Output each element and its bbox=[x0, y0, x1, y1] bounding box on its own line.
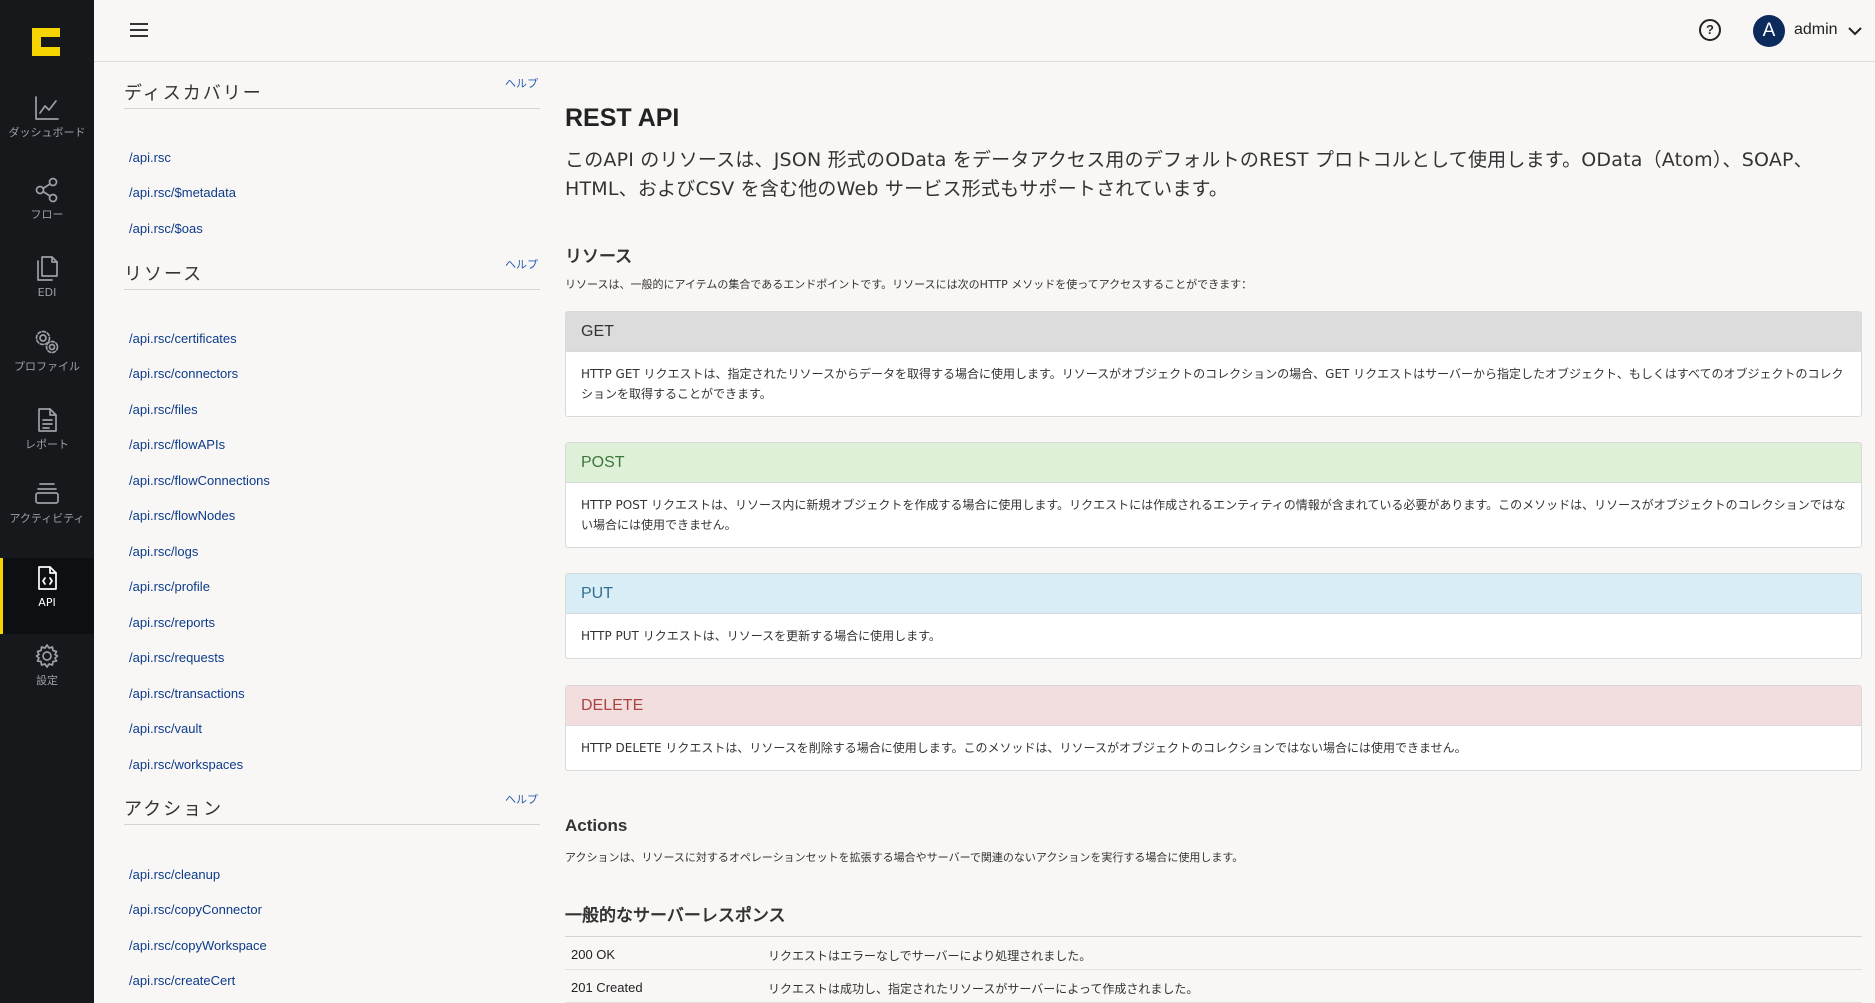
method-name: PUT bbox=[566, 574, 1861, 614]
responses-table: 200 OK リクエストはエラーなしでサーバーにより処理されました。 201 C… bbox=[565, 936, 1862, 1003]
endpoint-link[interactable]: /api.rsc/connectors bbox=[129, 366, 238, 381]
share-nodes-icon bbox=[35, 177, 58, 203]
section-header-discovery: ディスカバリー ヘルプ bbox=[124, 77, 540, 109]
hamburger-menu-icon[interactable] bbox=[128, 20, 150, 42]
endpoint-link[interactable]: /api.rsc bbox=[129, 150, 171, 165]
help-link[interactable]: ヘルプ bbox=[505, 791, 538, 807]
nav-item-profile[interactable]: プロファイル bbox=[0, 322, 94, 398]
endpoint-link[interactable]: /api.rsc/files bbox=[129, 402, 198, 417]
section-title: ディスカバリー bbox=[124, 83, 263, 104]
section-title: アクション bbox=[124, 799, 224, 820]
nav-label: フロー bbox=[30, 208, 64, 221]
nav-label: 設定 bbox=[36, 674, 58, 687]
method-description: HTTP POST リクエストは、リソース内に新規オブジェクトを作成する場合に使… bbox=[581, 498, 1846, 532]
layers-icon bbox=[35, 483, 59, 504]
nav-item-activity[interactable]: アクティビティ bbox=[0, 474, 94, 550]
method-name: GET bbox=[566, 312, 1861, 352]
nav-rail: ダッシュボード フロー EDI プロファイル レポート アクティビティ API … bbox=[0, 0, 94, 1003]
section-header-resources: リソース ヘルプ bbox=[124, 258, 540, 290]
chart-line-icon bbox=[35, 96, 59, 120]
resources-description: リソースは、一般的にアイテムの集合であるエンドポイントです。リソースには次のHT… bbox=[565, 278, 1253, 291]
report-file-icon bbox=[38, 408, 57, 432]
nav-label: レポート bbox=[25, 438, 69, 451]
endpoint-list: ディスカバリー ヘルプ /api.rsc /api.rsc/$metadata … bbox=[94, 62, 554, 1003]
method-panel-delete: DELETE HTTP DELETE リクエストは、リソースを削除する場合に使用… bbox=[565, 685, 1862, 771]
endpoint-link[interactable]: /api.rsc/copyWorkspace bbox=[129, 938, 267, 953]
response-code: 201 Created bbox=[571, 980, 643, 995]
endpoint-link[interactable]: /api.rsc/logs bbox=[129, 544, 198, 559]
endpoint-link[interactable]: /api.rsc/$metadata bbox=[129, 185, 236, 200]
endpoint-link[interactable]: /api.rsc/cleanup bbox=[129, 867, 220, 882]
nav-label: プロファイル bbox=[14, 360, 80, 373]
page-title: REST API bbox=[565, 104, 680, 132]
avatar[interactable]: A bbox=[1753, 15, 1785, 47]
main-content: REST API このAPI のリソースは、JSON 形式のOData をデータ… bbox=[565, 62, 1862, 1003]
endpoint-link[interactable]: /api.rsc/transactions bbox=[129, 686, 245, 701]
response-description: リクエストはエラーなしでサーバーにより処理されました。 bbox=[768, 949, 1092, 963]
nav-item-api[interactable]: API bbox=[0, 558, 94, 634]
endpoint-link[interactable]: /api.rsc/certificates bbox=[129, 331, 237, 346]
nav-label: API bbox=[38, 596, 56, 609]
help-link[interactable]: ヘルプ bbox=[505, 75, 538, 91]
endpoint-link[interactable]: /api.rsc/vault bbox=[129, 721, 202, 736]
settings-gear-icon bbox=[35, 644, 59, 668]
section-title: リソース bbox=[124, 264, 204, 285]
question-circle-icon[interactable]: ? bbox=[1699, 19, 1721, 41]
app-logo-icon[interactable] bbox=[30, 26, 62, 58]
method-name: POST bbox=[566, 443, 1861, 483]
actions-heading: Actions bbox=[565, 816, 628, 835]
gears-icon bbox=[35, 330, 59, 354]
endpoint-link[interactable]: /api.rsc/workspaces bbox=[129, 757, 243, 772]
endpoint-link[interactable]: /api.rsc/copyConnector bbox=[129, 902, 262, 917]
method-description: HTTP DELETE リクエストは、リソースを削除する場合に使用します。このメ… bbox=[581, 741, 1467, 755]
nav-label: ダッシュボード bbox=[8, 126, 86, 139]
response-code: 200 OK bbox=[571, 947, 616, 962]
help-link[interactable]: ヘルプ bbox=[505, 256, 538, 272]
endpoint-link[interactable]: /api.rsc/flowConnections bbox=[129, 473, 270, 488]
nav-item-settings[interactable]: 設定 bbox=[0, 636, 94, 712]
method-description: HTTP GET リクエストは、指定されたリソースからデータを取得する場合に使用… bbox=[581, 367, 1844, 401]
intro-text: このAPI のリソースは、JSON 形式のOData をデータアクセス用のデフォ… bbox=[565, 149, 1813, 200]
method-name: DELETE bbox=[566, 686, 1861, 726]
endpoint-link[interactable]: /api.rsc/requests bbox=[129, 650, 224, 665]
resources-heading: リソース bbox=[565, 247, 633, 267]
endpoint-link[interactable]: /api.rsc/createCert bbox=[129, 973, 235, 988]
table-row: 201 Created リクエストは成功し、指定されたリソースがサーバーによって… bbox=[565, 970, 1862, 1003]
nav-item-dashboard[interactable]: ダッシュボード bbox=[0, 88, 94, 164]
nav-label: EDI bbox=[37, 286, 57, 299]
endpoint-link[interactable]: /api.rsc/profile bbox=[129, 579, 210, 594]
endpoint-link[interactable]: /api.rsc/reports bbox=[129, 615, 215, 630]
responses-heading: 一般的なサーバーレスポンス bbox=[565, 906, 786, 926]
table-row: 200 OK リクエストはエラーなしでサーバーにより処理されました。 bbox=[565, 937, 1862, 970]
nav-item-edi[interactable]: EDI bbox=[0, 248, 94, 324]
top-bar: ? A admin bbox=[94, 0, 1875, 62]
endpoint-link[interactable]: /api.rsc/flowNodes bbox=[129, 508, 235, 523]
endpoint-link[interactable]: /api.rsc/flowAPIs bbox=[129, 437, 225, 452]
chevron-down-icon[interactable] bbox=[1846, 22, 1864, 40]
api-file-icon bbox=[38, 566, 57, 590]
nav-item-reports[interactable]: レポート bbox=[0, 400, 94, 476]
method-panel-get: GET HTTP GET リクエストは、指定されたリソースからデータを取得する場… bbox=[565, 311, 1862, 417]
documents-icon bbox=[37, 256, 58, 281]
response-description: リクエストは成功し、指定されたリソースがサーバーによって作成されました。 bbox=[768, 982, 1199, 996]
actions-description: アクションは、リソースに対するオペレーションセットを拡張する場合やサーバーで関連… bbox=[565, 851, 1244, 864]
nav-label: アクティビティ bbox=[9, 512, 85, 525]
section-header-actions: アクション ヘルプ bbox=[124, 793, 540, 825]
endpoint-link[interactable]: /api.rsc/$oas bbox=[129, 221, 203, 236]
method-panel-post: POST HTTP POST リクエストは、リソース内に新規オブジェクトを作成す… bbox=[565, 442, 1862, 548]
nav-item-flow[interactable]: フロー bbox=[0, 170, 94, 246]
method-description: HTTP PUT リクエストは、リソースを更新する場合に使用します。 bbox=[581, 629, 941, 643]
user-name[interactable]: admin bbox=[1794, 21, 1838, 39]
method-panel-put: PUT HTTP PUT リクエストは、リソースを更新する場合に使用します。 bbox=[565, 573, 1862, 659]
